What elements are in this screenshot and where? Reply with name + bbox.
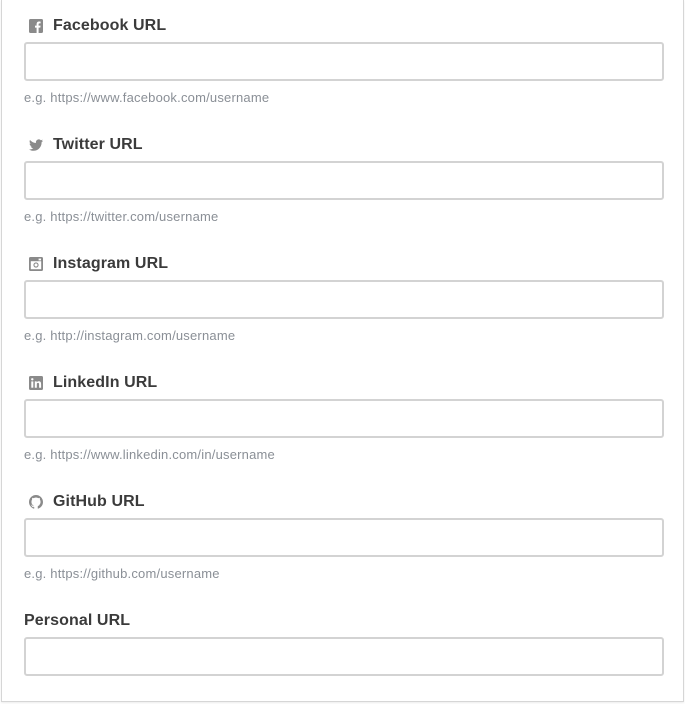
twitter-label-row: Twitter URL	[24, 135, 664, 155]
instagram-label-row: Instagram URL	[24, 254, 664, 274]
personal-url-input[interactable]	[24, 637, 664, 676]
facebook-hint: e.g. https://www.facebook.com/username	[24, 90, 270, 105]
twitter-label: Twitter URL	[53, 136, 143, 153]
linkedin-icon	[29, 376, 43, 390]
instagram-url-input[interactable]	[24, 280, 664, 319]
linkedin-field: LinkedIn URL e.g. https://www.linkedin.c…	[24, 373, 664, 462]
github-field: GitHub URL e.g. https://github.com/usern…	[24, 492, 664, 581]
twitter-field: Twitter URL e.g. https://twitter.com/use…	[24, 135, 664, 224]
linkedin-hint: e.g. https://www.linkedin.com/in/usernam…	[24, 447, 275, 462]
facebook-field: Facebook URL e.g. https://www.facebook.c…	[24, 16, 664, 105]
facebook-url-input[interactable]	[24, 42, 664, 81]
linkedin-url-input[interactable]	[24, 399, 664, 438]
linkedin-label: LinkedIn URL	[53, 374, 158, 391]
github-icon	[29, 495, 43, 509]
personal-field: Personal URL	[24, 611, 664, 676]
personal-label: Personal URL	[24, 612, 131, 629]
github-label: GitHub URL	[53, 493, 145, 510]
instagram-icon	[29, 257, 43, 271]
github-label-row: GitHub URL	[24, 492, 664, 512]
instagram-label: Instagram URL	[53, 255, 169, 272]
instagram-field: Instagram URL e.g. http://instagram.com/…	[24, 254, 664, 343]
github-url-input[interactable]	[24, 518, 664, 557]
facebook-label-row: Facebook URL	[24, 16, 664, 36]
twitter-url-input[interactable]	[24, 161, 664, 200]
linkedin-label-row: LinkedIn URL	[24, 373, 664, 393]
github-hint: e.g. https://github.com/username	[24, 566, 220, 581]
personal-label-row: Personal URL	[24, 611, 664, 631]
facebook-icon	[29, 19, 43, 33]
twitter-icon	[29, 138, 43, 152]
twitter-hint: e.g. https://twitter.com/username	[24, 209, 219, 224]
facebook-label: Facebook URL	[53, 17, 167, 34]
instagram-hint: e.g. http://instagram.com/username	[24, 328, 236, 343]
social-links-panel: Facebook URL e.g. https://www.facebook.c…	[1, 0, 684, 702]
